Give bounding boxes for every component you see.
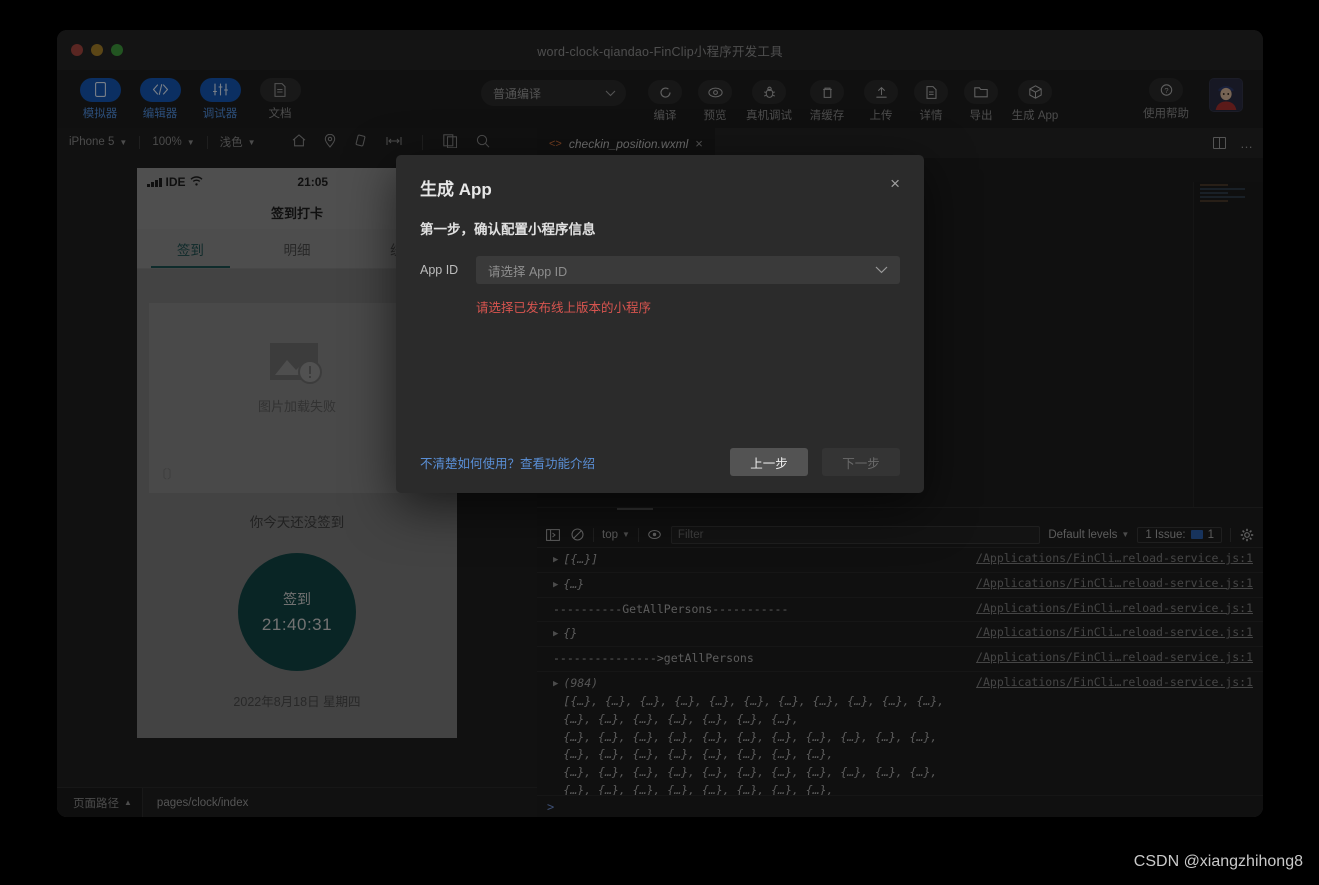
modal-title: 生成 App bbox=[420, 180, 492, 199]
appid-error-message: 请选择已发布线上版本的小程序 bbox=[476, 301, 652, 315]
appid-field-row: App ID 请选择 App ID bbox=[420, 256, 900, 284]
chevron-down-icon bbox=[875, 266, 888, 274]
watermark: CSDN @xiangzhihong8 bbox=[1133, 853, 1303, 870]
appid-label: App ID bbox=[420, 263, 459, 277]
modal-body: App ID 请选择 App ID 请选择已发布线上版本的小程序 bbox=[396, 238, 924, 431]
modal-footer: 不清楚如何使用？查看功能介绍 上一步 下一步 bbox=[396, 431, 924, 493]
modal-header: 生成 App × bbox=[396, 155, 924, 200]
modal-subtitle: 第一步，确认配置小程序信息 bbox=[420, 222, 596, 237]
generate-app-modal: 生成 App × 第一步，确认配置小程序信息 App ID 请选择 App ID… bbox=[396, 155, 924, 493]
ide-window: word-clock-qiandao-FinClip小程序开发工具 模拟器 编辑… bbox=[57, 30, 1263, 817]
modal-help-link[interactable]: 不清楚如何使用？查看功能介绍 bbox=[420, 453, 595, 472]
close-icon[interactable]: × bbox=[890, 175, 900, 192]
modal-buttons: 上一步 下一步 bbox=[730, 448, 900, 476]
appid-select[interactable]: 请选择 App ID bbox=[476, 256, 900, 284]
prev-step-button[interactable]: 上一步 bbox=[730, 448, 808, 476]
next-step-button[interactable]: 下一步 bbox=[822, 448, 900, 476]
appid-placeholder: 请选择 App ID bbox=[488, 264, 568, 279]
